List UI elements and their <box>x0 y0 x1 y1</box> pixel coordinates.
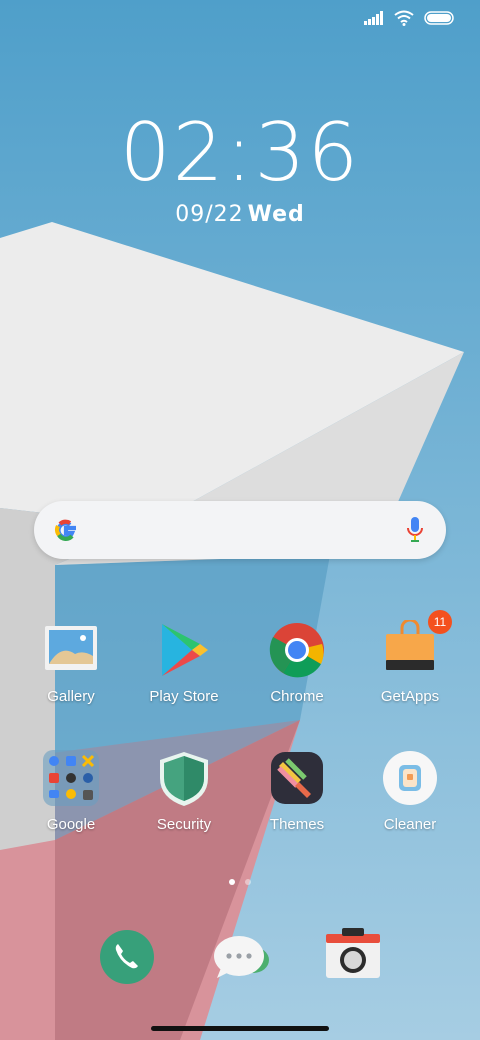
getapps-icon: 11 <box>380 610 452 680</box>
app-label: Gallery <box>47 688 95 705</box>
app-label: Themes <box>269 816 325 833</box>
app-security[interactable]: Security <box>129 748 239 833</box>
dock-messages[interactable] <box>211 928 271 991</box>
app-getapps[interactable]: 11 GetApps <box>355 610 465 705</box>
app-label: GetApps <box>380 688 440 705</box>
page-dot[interactable] <box>245 879 251 885</box>
app-chrome[interactable]: Chrome <box>242 620 352 705</box>
app-play-store[interactable]: Play Store <box>129 620 239 705</box>
battery-icon <box>424 11 454 25</box>
date-text: 09/22 <box>175 202 244 227</box>
themes-icon <box>267 748 327 808</box>
app-label: Chrome <box>270 688 324 705</box>
lock-clock-date[interactable]: 09/22 Wed <box>0 202 480 227</box>
page-dot-active[interactable] <box>229 879 235 885</box>
lock-clock-time[interactable]: 02:36 <box>0 106 480 199</box>
home-indicator[interactable] <box>151 1026 329 1031</box>
signal-icon <box>364 11 383 25</box>
phone-icon <box>100 930 154 984</box>
camera-icon <box>326 928 380 978</box>
app-gallery[interactable]: Gallery <box>16 620 126 705</box>
app-label: Security <box>156 816 212 833</box>
status-bar <box>364 10 454 26</box>
mic-icon[interactable] <box>406 516 424 544</box>
dock-phone[interactable] <box>98 928 156 991</box>
app-google-folder[interactable]: Google <box>16 748 126 833</box>
chrome-icon <box>267 620 327 680</box>
app-label: Play Store <box>149 688 219 705</box>
gallery-icon <box>41 620 101 680</box>
play-store-icon <box>154 620 214 680</box>
google-g-icon <box>54 519 76 541</box>
cleaner-icon <box>380 748 440 808</box>
weekday-text: Wed <box>247 202 305 227</box>
dock-camera[interactable] <box>324 928 382 985</box>
page-indicator <box>0 872 480 890</box>
notification-badge: 11 <box>428 610 452 634</box>
shield-icon <box>154 748 214 808</box>
app-label: Cleaner <box>383 816 437 833</box>
app-themes[interactable]: Themes <box>242 748 352 833</box>
messages-icon <box>214 936 269 978</box>
google-folder-icon <box>41 748 101 808</box>
app-label: Google <box>46 816 96 833</box>
app-cleaner[interactable]: Cleaner <box>355 748 465 833</box>
wifi-icon <box>394 10 414 26</box>
google-search-bar[interactable] <box>34 501 446 559</box>
